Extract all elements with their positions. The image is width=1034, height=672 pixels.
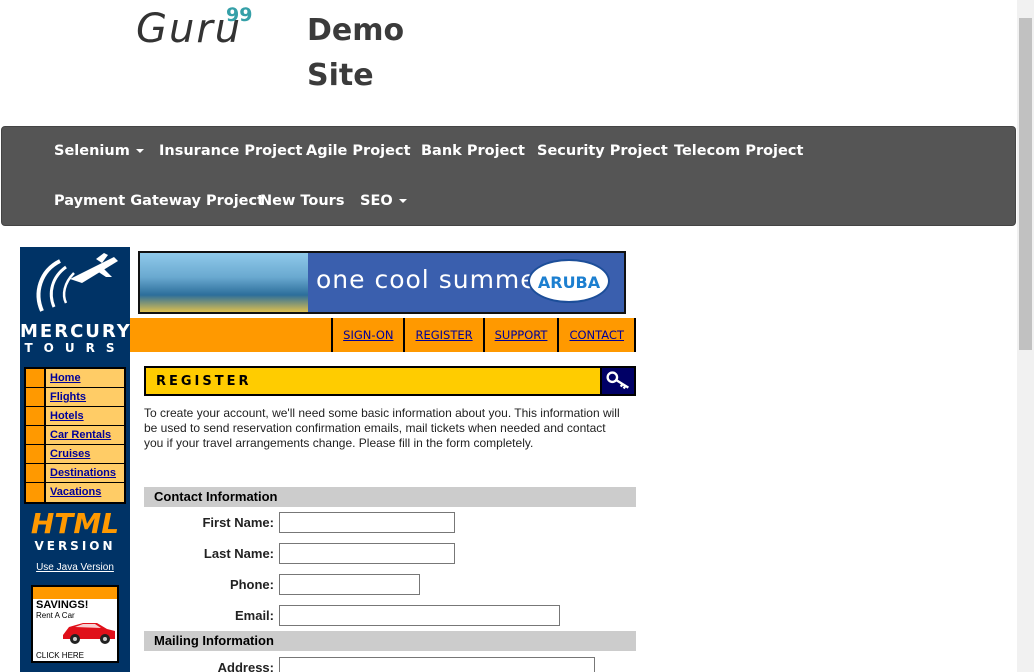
section-mailing-information: Mailing Information (144, 631, 636, 651)
site-title: Demo Site (307, 13, 405, 93)
banner-text: one cool summer (316, 265, 548, 294)
top-nav-register[interactable]: REGISTER (403, 318, 483, 352)
left-sidebar: MERCURY TOURS Home Flights Hotels Car Re… (20, 247, 130, 672)
key-icon (606, 371, 629, 390)
phone-label: Phone: (229, 577, 274, 592)
use-java-version-link[interactable]: Use Java Version (20, 562, 130, 573)
side-menu: Home Flights Hotels Car Rentals Cruises … (24, 367, 126, 504)
html-version-badge: HTML VERSION (28, 507, 122, 554)
address-label: Address: (217, 660, 274, 672)
caret-down-icon (398, 199, 407, 203)
nav-bank-project[interactable]: Bank Project (421, 143, 525, 159)
phone-input[interactable] (279, 574, 420, 595)
menu-bullet (26, 464, 46, 482)
red-car-icon (63, 623, 115, 644)
top-nav: SIGN-ON REGISTER SUPPORT CONTACT (331, 318, 636, 352)
banner-photo (140, 253, 308, 312)
last-name-label: Last Name: (203, 546, 274, 561)
nav-selenium-dropdown[interactable]: Selenium (54, 143, 144, 159)
scrollbar-thumb[interactable] (1019, 18, 1032, 350)
top-nav-sign-on[interactable]: SIGN-ON (331, 318, 404, 352)
side-link-hotels[interactable]: Hotels (46, 407, 124, 425)
nav-label: SEO (360, 193, 393, 209)
side-link-home[interactable]: Home (46, 369, 124, 387)
side-menu-item: Home (26, 369, 124, 388)
airplane-logo-icon (36, 253, 118, 312)
first-name-label: First Name: (202, 515, 274, 530)
nav-security-project[interactable]: Security Project (537, 143, 668, 159)
nav-insurance-project[interactable]: Insurance Project (159, 143, 302, 159)
menu-bullet (26, 445, 46, 463)
nav-agile-project[interactable]: Agile Project (306, 143, 411, 159)
ad-headline: SAVINGS! (36, 599, 89, 611)
vertical-scrollbar[interactable] (1017, 0, 1034, 672)
menu-bullet (26, 426, 46, 444)
key-icon-box (600, 368, 634, 394)
brand-tours: TOURS (24, 341, 126, 355)
guru99-logo[interactable]: Guru 99 (136, 4, 252, 52)
menu-bullet (26, 483, 46, 502)
nav-telecom-project[interactable]: Telecom Project (674, 143, 803, 159)
main-navbar: Selenium Insurance Project Agile Project… (1, 126, 1016, 226)
register-header: REGISTER (144, 366, 636, 396)
email-label: Email: (234, 608, 274, 623)
brand-mercury: MERCURY (20, 321, 132, 342)
rent-a-car-ad[interactable]: SAVINGS! Rent A Car CLICK HERE (31, 585, 119, 663)
aruba-banner[interactable]: one cool summer ARUBA (138, 251, 626, 314)
first-name-input[interactable] (279, 512, 455, 533)
intro-text: To create your account, we'll need some … (144, 406, 620, 450)
menu-bullet (26, 369, 46, 387)
aruba-badge: ARUBA (528, 259, 610, 303)
menu-bullet (26, 407, 46, 425)
nav-payment-gateway-project[interactable]: Payment Gateway Project (54, 193, 264, 209)
ad-cta: CLICK HERE (36, 651, 85, 660)
side-menu-item: Destinations (26, 464, 124, 483)
menu-bullet (26, 388, 46, 406)
side-menu-item: Flights (26, 388, 124, 407)
nav-seo-dropdown[interactable]: SEO (360, 193, 407, 209)
side-link-destinations[interactable]: Destinations (46, 464, 124, 482)
caret-down-icon (135, 149, 144, 153)
top-nav-support[interactable]: SUPPORT (482, 318, 558, 352)
address-input[interactable] (279, 657, 595, 672)
email-input[interactable] (279, 605, 560, 626)
side-menu-item: Cruises (26, 445, 124, 464)
side-link-flights[interactable]: Flights (46, 388, 124, 406)
side-menu-item: Hotels (26, 407, 124, 426)
side-link-car-rentals[interactable]: Car Rentals (46, 426, 124, 444)
side-menu-item: Vacations (26, 483, 124, 502)
last-name-input[interactable] (279, 543, 455, 564)
mercury-tours-frame: MERCURY TOURS Home Flights Hotels Car Re… (20, 247, 636, 672)
nav-new-tours[interactable]: New Tours (260, 193, 344, 209)
top-nav-bar: SIGN-ON REGISTER SUPPORT CONTACT (130, 318, 636, 352)
top-nav-contact[interactable]: CONTACT (557, 318, 636, 352)
nav-label: Selenium (54, 143, 130, 159)
page: Guru 99 Demo Site Selenium Insurance Proj… (0, 0, 1034, 672)
ad-top-stripe (33, 587, 117, 599)
side-link-cruises[interactable]: Cruises (46, 445, 124, 463)
html-label: HTML (30, 507, 120, 540)
side-menu-item: Car Rentals (26, 426, 124, 445)
register-title: REGISTER (156, 374, 252, 389)
side-link-vacations[interactable]: Vacations (46, 483, 124, 502)
version-label: VERSION (34, 539, 116, 553)
logo-superscript: 99 (226, 4, 253, 26)
section-contact-information: Contact Information (144, 487, 636, 507)
